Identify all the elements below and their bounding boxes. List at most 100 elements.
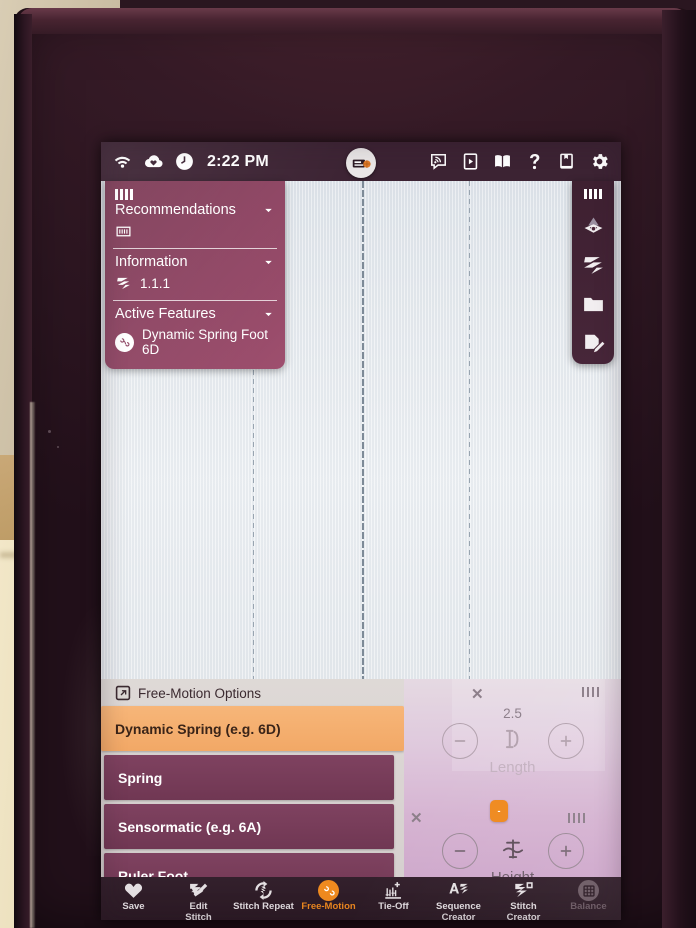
information-header[interactable]: Information xyxy=(115,253,275,272)
active-feature-label: Dynamic Spring Foot 6D xyxy=(142,327,269,357)
free-motion-option-spring[interactable]: Spring xyxy=(104,755,394,800)
length-stepper-row[interactable] xyxy=(404,723,621,759)
nav-item-sequence-creator[interactable]: Sequence Creator xyxy=(428,880,490,920)
free-motion-options-panel[interactable]: Free-Motion Options Dynamic Spring (e.g.… xyxy=(101,679,404,898)
stitch-length-icon xyxy=(500,726,526,757)
nav-item-save[interactable]: Save xyxy=(103,880,165,913)
nav-label: Free-Motion xyxy=(301,901,356,912)
free-motion-option-sensormatic[interactable]: Sensormatic (e.g. 6A) xyxy=(104,804,394,849)
active-features-section[interactable]: Active Features Dynamic Spring Foot 6D xyxy=(105,305,285,361)
free-motion-glyph xyxy=(120,337,130,346)
chevron-down-icon[interactable] xyxy=(262,256,275,269)
bottom-navigation-bar[interactable]: Save Edit Stitch Stitch Repeat Free-Moti… xyxy=(101,877,621,920)
machine-touchscreen[interactable]: 2:22 PM Recommendations Information 1.1.… xyxy=(101,142,621,920)
video-tutorial-icon[interactable] xyxy=(461,152,480,171)
sequence-creator-icon xyxy=(449,882,468,894)
clock-time: 2:22 PM xyxy=(207,152,269,170)
recommendations-section[interactable]: Recommendations xyxy=(105,187,285,244)
information-value-row: 1.1.1 xyxy=(115,272,275,296)
free-motion-glyph xyxy=(323,885,335,896)
option-label: Sensormatic (e.g. 6A) xyxy=(118,818,262,835)
dust-speck xyxy=(48,430,51,433)
nav-item-free-motion[interactable]: Free-Motion xyxy=(298,880,360,913)
information-label: Information xyxy=(115,254,188,270)
sewing-machine-icon[interactable] xyxy=(346,148,376,178)
stitch-pattern-icon[interactable] xyxy=(581,253,606,278)
length-increase-button[interactable] xyxy=(547,723,584,759)
close-x-icon[interactable]: ✕ xyxy=(471,685,484,703)
recommendations-header[interactable]: Recommendations xyxy=(115,201,275,220)
free-motion-options-list[interactable]: Dynamic Spring (e.g. 6D) Spring Sensorma… xyxy=(101,706,404,898)
wifi-icon[interactable] xyxy=(112,151,133,172)
nav-label: Balance xyxy=(570,901,607,912)
length-control-group[interactable]: ✕ 2.5 Length xyxy=(404,679,621,776)
chevron-down-icon[interactable] xyxy=(262,204,275,217)
presser-foot-icon xyxy=(116,226,131,237)
stitch-bars-icon xyxy=(115,187,275,201)
option-label: Spring xyxy=(118,769,163,786)
nav-item-balance[interactable]: Balance xyxy=(558,880,620,913)
nav-item-edit-stitch[interactable]: Edit Stitch xyxy=(168,880,230,920)
free-motion-options-label: Free-Motion Options xyxy=(138,685,262,701)
settings-gear-icon[interactable] xyxy=(589,151,610,172)
clock-icon[interactable] xyxy=(174,151,195,172)
status-bar-left-group: 2:22 PM xyxy=(101,151,269,172)
stitch-line-center xyxy=(362,181,364,679)
help-icon[interactable] xyxy=(525,152,544,171)
stitch-bars-icon xyxy=(567,813,585,823)
stitch-pattern-icon xyxy=(117,277,130,290)
wifi-broadcast-icon[interactable] xyxy=(429,152,448,171)
active-features-header[interactable]: Active Features xyxy=(115,305,275,324)
cloud-icon[interactable] xyxy=(143,151,164,172)
panel-divider xyxy=(113,248,277,249)
height-value-badge: - xyxy=(490,800,508,822)
stitch-creator-icon xyxy=(515,882,533,898)
nav-label: Sequence Creator xyxy=(436,901,481,920)
height-decrease-button[interactable] xyxy=(441,833,478,869)
bookmark-icon[interactable] xyxy=(557,152,576,171)
heart-icon xyxy=(124,883,143,898)
chevron-down-icon[interactable] xyxy=(262,308,275,321)
panel-divider xyxy=(113,300,277,301)
information-value: 1.1.1 xyxy=(140,276,171,291)
info-dropdown-panel[interactable]: Recommendations Information 1.1.1 Active… xyxy=(105,181,285,369)
edit-stitch-icon xyxy=(190,883,208,897)
stitch-canvas[interactable]: Recommendations Information 1.1.1 Active… xyxy=(101,181,621,679)
height-control-group[interactable]: ✕ - xyxy=(404,775,621,886)
nav-item-tie-off[interactable]: Tie-Off xyxy=(363,880,425,913)
bezel-right-edge xyxy=(662,10,696,928)
free-motion-options-title: Free-Motion Options xyxy=(101,679,404,706)
free-motion-icon xyxy=(318,880,339,901)
stitch-height-icon xyxy=(500,836,526,867)
vertical-toolbar[interactable] xyxy=(572,181,614,364)
nav-item-stitch-creator[interactable]: Stitch Creator xyxy=(493,880,555,920)
height-stepper-row[interactable] xyxy=(404,833,621,869)
nav-label: Stitch Creator xyxy=(506,901,541,920)
edit-document-icon[interactable] xyxy=(581,331,606,356)
recommendations-label: Recommendations xyxy=(115,202,236,218)
minus-icon xyxy=(454,740,465,742)
nav-label: Save xyxy=(122,901,145,912)
length-decrease-button[interactable] xyxy=(441,723,478,759)
bezel-left-rim xyxy=(30,402,35,928)
folder-icon[interactable] xyxy=(581,292,606,317)
option-label: Dynamic Spring (e.g. 6D) xyxy=(115,720,281,737)
information-section[interactable]: Information 1.1.1 xyxy=(105,253,285,296)
free-motion-option-dynamic-spring[interactable]: Dynamic Spring (e.g. 6D) xyxy=(101,706,404,751)
presser-foot-pressure-icon[interactable] xyxy=(581,214,606,239)
nav-item-stitch-repeat[interactable]: Stitch Repeat xyxy=(233,880,295,913)
stitch-controls-panel[interactable]: ✕ 2.5 Length ✕ - xyxy=(404,679,621,886)
height-increase-button[interactable] xyxy=(547,833,584,869)
nav-label: Stitch Repeat xyxy=(233,901,294,912)
balance-icon xyxy=(578,880,599,901)
active-features-label: Active Features xyxy=(115,306,216,322)
stitch-guide-right xyxy=(469,181,470,679)
balance-glyph xyxy=(582,884,595,897)
stitch-bars-icon xyxy=(581,687,599,697)
close-x-icon[interactable]: ✕ xyxy=(410,809,423,827)
stitch-height-glyph xyxy=(502,838,523,859)
bezel-top-highlight xyxy=(18,8,690,34)
stitch-length-glyph xyxy=(505,729,518,748)
plus-icon xyxy=(560,845,571,857)
manual-book-icon[interactable] xyxy=(493,152,512,171)
